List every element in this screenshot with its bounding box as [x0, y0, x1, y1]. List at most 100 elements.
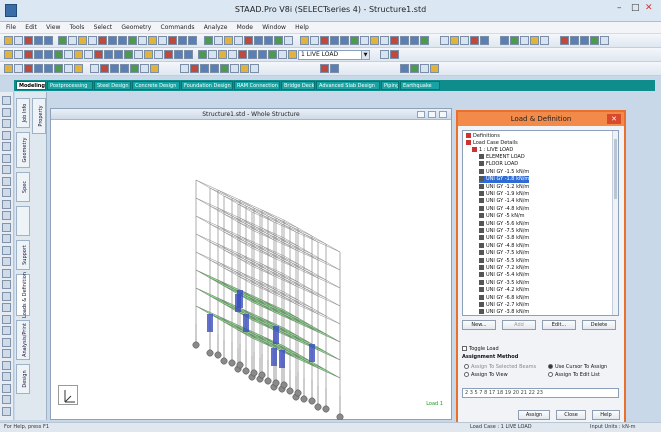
toolbar-tool-icon[interactable] — [240, 64, 249, 73]
toolbar-tool-icon[interactable] — [278, 50, 287, 59]
toolbar-tool-icon[interactable] — [4, 64, 13, 73]
toolbar-tool-icon[interactable] — [264, 36, 273, 45]
toolbar-tool-icon[interactable] — [14, 50, 23, 59]
left-tool-icon[interactable] — [2, 211, 11, 220]
assign-button[interactable]: Assign — [518, 410, 550, 420]
left-tool-icon[interactable] — [2, 107, 11, 117]
toolbar-tool-icon[interactable] — [164, 50, 173, 59]
left-tool-icon[interactable] — [2, 314, 11, 324]
vtab-design[interactable]: Design — [16, 364, 30, 394]
toolbar-tool-icon[interactable] — [90, 64, 99, 73]
tree-load-item[interactable]: UNI GY -2.7 kN/m — [479, 302, 529, 309]
toolbar-tool-icon[interactable] — [184, 50, 193, 59]
toolbar-tool-icon[interactable] — [154, 50, 163, 59]
toolbar-tool-icon[interactable] — [54, 64, 63, 73]
toolbar-tool-icon[interactable] — [130, 64, 139, 73]
toolbar-tool-icon[interactable] — [58, 36, 67, 45]
minimize-button[interactable]: – — [617, 3, 622, 13]
tab-steel-design[interactable]: Steel Design — [94, 81, 131, 90]
left-tool-icon[interactable] — [2, 372, 11, 381]
toggle-load-checkbox[interactable]: Toggle Load — [462, 346, 499, 352]
tree-load-item[interactable]: UNI GY -4.8 kN/m — [479, 205, 529, 213]
menu-view[interactable]: View — [46, 22, 60, 34]
toolbar-tool-icon[interactable] — [108, 36, 117, 45]
toolbar-tool-icon[interactable] — [540, 36, 549, 45]
tab-postprocessing[interactable]: Postprocessing — [47, 81, 93, 90]
left-tool-icon[interactable] — [2, 234, 11, 243]
toolbar-tool-icon[interactable] — [34, 36, 43, 45]
new-button[interactable]: New... — [462, 320, 496, 330]
toolbar-tool-icon[interactable] — [230, 64, 239, 73]
toolbar-tool-icon[interactable] — [410, 64, 419, 73]
toolbar-tool-icon[interactable] — [168, 36, 177, 45]
toolbar-tool-icon[interactable] — [100, 64, 109, 73]
left-tool-icon[interactable] — [2, 395, 11, 404]
toolbar-tool-icon[interactable] — [244, 36, 253, 45]
toolbar-tool-icon[interactable] — [320, 36, 329, 45]
edit-button[interactable]: Edit... — [542, 320, 576, 330]
left-tool-icon[interactable] — [2, 303, 11, 312]
tree-load-case[interactable]: 1 : LIVE LOAD — [472, 147, 513, 154]
left-tool-icon[interactable] — [2, 268, 11, 278]
view-maximize-button[interactable] — [428, 111, 436, 118]
toolbar-tool-icon[interactable] — [198, 50, 207, 59]
assign-to-edit-list-radio[interactable]: Assign To Edit List — [548, 372, 600, 378]
toolbar-tool-icon[interactable] — [24, 64, 33, 73]
vtab-property[interactable]: Property — [32, 98, 46, 134]
toolbar-tool-icon[interactable] — [590, 36, 599, 45]
toolbar-tool-icon[interactable] — [88, 36, 97, 45]
toolbar-tool-icon[interactable] — [4, 50, 13, 59]
tree-load-item[interactable]: UNI GY -5.4 kN/m — [479, 272, 529, 279]
toolbar-tool-icon[interactable] — [268, 50, 277, 59]
toolbar-tool-icon[interactable] — [4, 36, 13, 45]
tree-load-cases[interactable]: Load Case Details — [466, 140, 518, 147]
tree-load-item[interactable]: UNI GY -1.5 kN/m — [479, 168, 529, 176]
left-tool-icon[interactable] — [2, 280, 11, 289]
toolbar-tool-icon[interactable] — [390, 50, 399, 59]
left-tool-icon[interactable] — [2, 96, 11, 105]
toolbar-tool-icon[interactable] — [74, 50, 83, 59]
menu-mode[interactable]: Mode — [237, 22, 253, 34]
toolbar-tool-icon[interactable] — [94, 50, 103, 59]
load-tree[interactable]: Definitions Load Case Details 1 : LIVE L… — [462, 130, 619, 316]
left-tool-icon[interactable] — [2, 383, 11, 393]
left-tool-icon[interactable] — [2, 257, 11, 266]
toolbar-tool-icon[interactable] — [560, 36, 569, 45]
tab-ram-connection[interactable]: RAM Connection — [234, 81, 280, 90]
left-tool-icon[interactable] — [2, 142, 11, 151]
tree-load-item[interactable]: UNI GY -4.8 kN/m — [479, 242, 529, 250]
menu-analyze[interactable]: Analyze — [204, 22, 228, 34]
menu-tools[interactable]: Tools — [70, 22, 85, 34]
tab-earthquake[interactable]: Earthquake — [400, 81, 440, 90]
toolbar-tool-icon[interactable] — [24, 36, 33, 45]
left-tool-icon[interactable] — [2, 130, 11, 140]
toolbar-tool-icon[interactable] — [350, 36, 359, 45]
toolbar-tool-icon[interactable] — [44, 50, 53, 59]
tree-load-item[interactable]: UNI GY -3.8 kN/m — [479, 309, 529, 315]
left-tool-icon[interactable] — [2, 349, 11, 358]
close-window-button[interactable]: ✕ — [645, 3, 653, 13]
tree-definitions[interactable]: Definitions — [466, 133, 500, 140]
toolbar-tool-icon[interactable] — [600, 36, 609, 45]
toolbar-tool-icon[interactable] — [234, 36, 243, 45]
toolbar-tool-icon[interactable] — [150, 64, 159, 73]
menu-commands[interactable]: Commands — [161, 22, 195, 34]
toolbar-tool-icon[interactable] — [14, 36, 23, 45]
left-tool-icon[interactable] — [2, 153, 11, 163]
toolbar-tool-icon[interactable] — [380, 36, 389, 45]
toolbar-tool-icon[interactable] — [208, 50, 217, 59]
toolbar-tool-icon[interactable] — [140, 64, 149, 73]
tree-load-item[interactable]: UNI GY -7.2 kN/m — [479, 265, 529, 272]
toolbar-tool-icon[interactable] — [220, 64, 229, 73]
vtab-spec[interactable]: Spec — [16, 172, 30, 202]
left-tool-icon[interactable] — [2, 188, 11, 197]
view-close-button[interactable] — [439, 111, 447, 118]
toolbar-tool-icon[interactable] — [120, 64, 129, 73]
toolbar-tool-icon[interactable] — [340, 36, 349, 45]
toolbar-tool-icon[interactable] — [204, 36, 213, 45]
tree-load-item[interactable]: UNI GY -5 kN/m — [479, 213, 525, 220]
structure-model[interactable] — [51, 120, 451, 420]
left-tool-icon[interactable] — [2, 337, 11, 347]
toolbar-tool-icon[interactable] — [224, 36, 233, 45]
assign-to-selected-radio[interactable]: Assign To Selected Beams — [464, 364, 536, 370]
